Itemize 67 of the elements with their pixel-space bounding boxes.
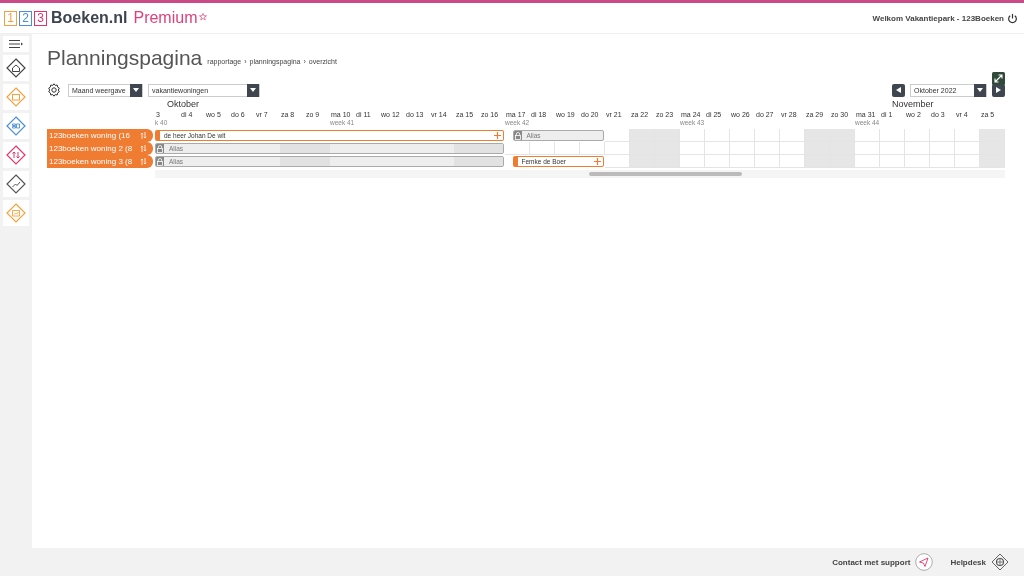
lock-icon — [157, 144, 163, 153]
page-title: Planningspagina — [47, 46, 203, 70]
plus-icon — [494, 132, 502, 140]
day-cell[interactable] — [730, 129, 755, 143]
day-cell[interactable] — [855, 129, 880, 143]
scrollbar-thumb[interactable] — [588, 172, 742, 177]
day-cell[interactable] — [680, 155, 705, 169]
day-cell[interactable] — [855, 142, 880, 156]
month-label: November — [892, 99, 934, 111]
previous-button[interactable] — [892, 83, 905, 97]
caret-icon — [977, 88, 983, 93]
day-cell[interactable] — [680, 142, 705, 156]
star-icon — [199, 13, 208, 21]
menu-button[interactable] — [3, 36, 29, 52]
day-cell[interactable] — [905, 129, 930, 143]
day-cell[interactable] — [730, 155, 755, 169]
menu-icon — [9, 40, 23, 48]
lifebuoy-icon[interactable] — [991, 553, 1009, 571]
caret-icon — [250, 88, 256, 93]
day-cell[interactable] — [580, 142, 605, 156]
day-cell[interactable] — [980, 155, 1005, 169]
day-cell[interactable] — [855, 155, 880, 169]
logo-digit: 3 — [34, 10, 47, 26]
day-cell[interactable] — [730, 142, 755, 156]
day-cell[interactable] — [755, 129, 780, 143]
day-cell[interactable] — [530, 142, 555, 156]
paper-plane-icon[interactable] — [915, 553, 934, 571]
day-cell[interactable] — [705, 129, 730, 143]
day-cell[interactable] — [705, 142, 730, 156]
day-cell[interactable] — [880, 155, 905, 169]
sort-icon — [140, 145, 147, 153]
day-cell[interactable] — [880, 142, 905, 156]
lock-icon — [514, 131, 521, 140]
support-link[interactable]: Contact met support — [832, 557, 911, 567]
logo-tier-text: Premium — [133, 9, 198, 27]
day-cell[interactable] — [930, 129, 955, 143]
home-icon — [6, 58, 26, 78]
settings-icon[interactable] — [47, 83, 61, 98]
day-cell[interactable] — [905, 142, 930, 156]
day-cell[interactable] — [930, 142, 955, 156]
right-triangle-icon — [996, 87, 1001, 94]
day-cell[interactable] — [980, 129, 1005, 143]
helpdesk-link[interactable]: Helpdesk — [950, 557, 986, 567]
logo-digit: 2 — [19, 10, 32, 26]
scrollbar[interactable] — [155, 170, 1005, 179]
nav-item[interactable] — [3, 55, 29, 81]
day-cell[interactable] — [680, 129, 705, 143]
day-cell[interactable] — [930, 155, 955, 169]
day-cell[interactable] — [705, 155, 730, 169]
left-triangle-icon — [896, 87, 901, 94]
day-cell[interactable] — [555, 142, 580, 156]
day-cell[interactable] — [505, 142, 530, 156]
day-cell[interactable] — [755, 155, 780, 169]
day-cell[interactable] — [905, 155, 930, 169]
sort-icon — [140, 158, 147, 166]
sort-icon — [140, 132, 147, 140]
caret-icon — [133, 88, 139, 93]
lock-icon — [157, 157, 163, 166]
power-icon[interactable] — [1007, 12, 1018, 24]
logo-name: Boeken.nl — [51, 9, 128, 27]
day-cell[interactable] — [880, 129, 905, 143]
plus-icon — [594, 158, 602, 166]
month-label: Oktober — [167, 99, 199, 111]
fullscreen-icon[interactable] — [992, 72, 1005, 86]
welcome-text: Welkom Vakantiepark - 123Boeken — [872, 13, 1004, 23]
logo-digit: 1 — [4, 10, 17, 26]
day-cell[interactable] — [755, 142, 780, 156]
